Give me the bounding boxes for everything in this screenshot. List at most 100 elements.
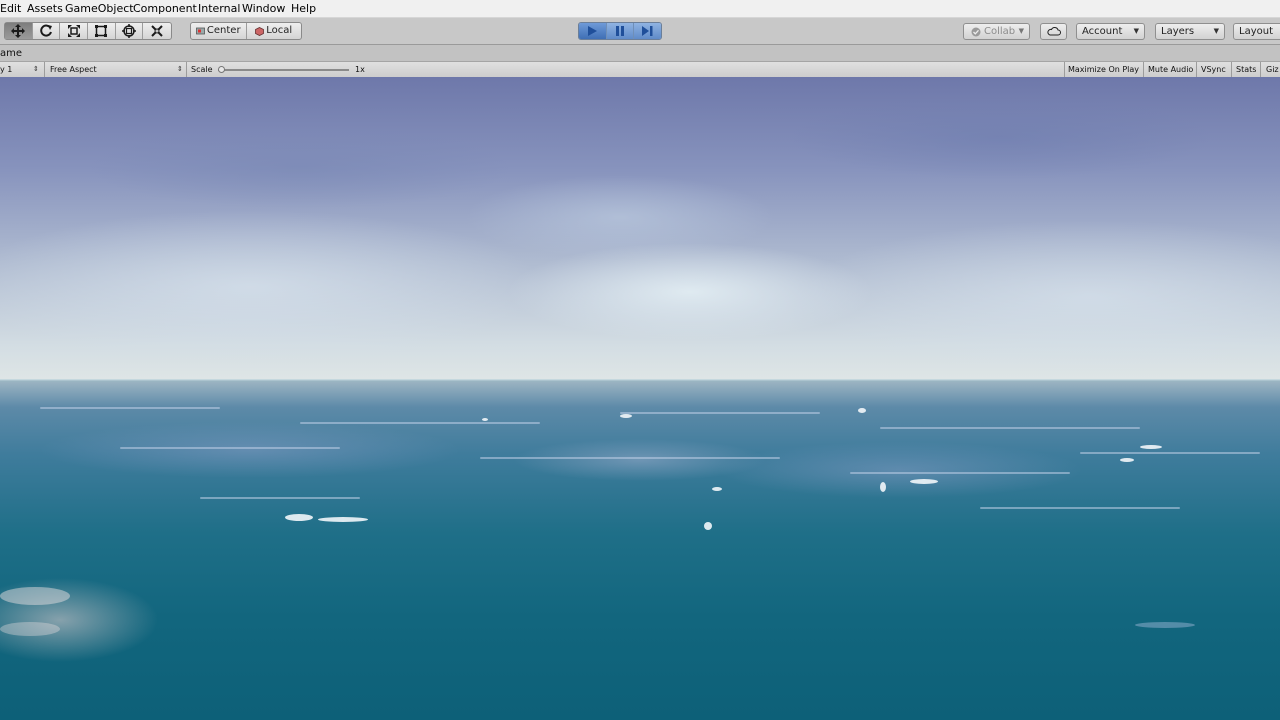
checkmark-icon [971,27,981,37]
main-toolbar: Center Local Collab ▼ Account ▼ Layers ▼… [0,18,1280,45]
light-glare [0,587,70,605]
foam-sparkle [1120,458,1134,462]
step-button[interactable] [634,23,661,39]
pivot-center-button[interactable]: Center [191,23,247,39]
scale-tool-icon [67,24,81,38]
layers-label: Layers [1161,26,1195,37]
foam-sparkle [620,414,632,418]
rotate-tool-icon [39,24,53,38]
pivot-icon [196,27,205,35]
collab-dropdown-arrow-icon: ▼ [1018,27,1024,35]
wave-highlight [850,472,1070,474]
menu-edit[interactable]: Edit [0,2,21,15]
vsync-toggle[interactable]: VSync [1201,62,1226,77]
scale-tool-button[interactable] [60,23,89,39]
scale-value: 1x [355,65,365,74]
collab-dropdown[interactable]: Collab ▼ [963,23,1030,40]
divider [1196,62,1197,77]
menu-window[interactable]: Window [242,2,285,15]
menu-assets[interactable]: Assets [27,2,63,15]
divider [1143,62,1144,77]
wave-highlight [120,447,340,449]
cloud-icon [1047,27,1061,36]
foam-sparkle [880,482,886,492]
maximize-on-play-toggle[interactable]: Maximize On Play [1068,62,1139,77]
rect-tool-icon [94,24,108,38]
wave-highlight [980,507,1180,509]
menu-bar: Edit Assets GameObject Component Interna… [0,0,1280,18]
layers-dropdown-arrow-icon: ▼ [1213,27,1219,35]
play-button[interactable] [579,23,607,39]
menu-internal[interactable]: Internal [198,2,240,15]
game-view-tab-bar: ame [0,45,1280,61]
collab-label: Collab [984,26,1016,37]
sky [0,77,1280,382]
play-icon [587,26,598,36]
playback-controls [578,22,662,40]
layout-dropdown[interactable]: Layout [1233,23,1280,40]
game-tab[interactable]: ame [0,48,22,59]
horizon-line [0,379,1280,382]
wave-highlight [880,427,1140,429]
account-label: Account [1082,26,1123,37]
wave-highlight [300,422,540,424]
layers-dropdown[interactable]: Layers ▼ [1155,23,1225,40]
layout-label: Layout [1239,26,1273,37]
wave-highlight [1080,452,1260,454]
wave-highlight [200,497,360,499]
divider [1260,62,1261,77]
account-dropdown-arrow-icon: ▼ [1133,27,1139,35]
cloud-button[interactable] [1040,23,1067,40]
foam-sparkle [704,522,712,530]
cube-icon [255,26,265,36]
move-tool-button[interactable] [5,23,33,39]
pause-icon [615,26,625,36]
pivot-toggle-group: Center Local [190,22,302,40]
light-glare [0,622,60,636]
pivot-local-label: Local [266,25,293,36]
ocean [0,380,1280,720]
wave-highlight [480,457,780,459]
foam-sparkle [318,517,368,522]
aspect-dropdown[interactable]: Free Aspect [50,62,97,77]
pivot-local-button[interactable]: Local [247,23,302,39]
scale-slider[interactable] [218,66,349,73]
step-icon [642,26,653,36]
gizmos-dropdown[interactable]: Giz [1266,62,1279,77]
divider [186,62,187,77]
wave-highlight [620,412,820,414]
stats-toggle[interactable]: Stats [1236,62,1256,77]
foam-sparkle [482,418,488,421]
foam-sparkle [1140,445,1162,449]
move-tool-icon [10,24,26,38]
foam-sparkle [712,487,722,491]
menu-help[interactable]: Help [291,2,316,15]
mute-audio-toggle[interactable]: Mute Audio [1148,62,1193,77]
scale-slider-thumb[interactable] [218,66,225,73]
foam-sparkle [858,408,866,413]
transform-tool-icon [121,24,137,38]
foam-sparkle [285,514,313,521]
custom-tool-button[interactable] [143,23,171,39]
divider [1231,62,1232,77]
display-dropdown[interactable]: y 1 [0,62,12,77]
foam-sparkle [910,479,938,484]
divider [1064,62,1065,77]
transform-tool-button[interactable] [116,23,144,39]
wave-highlight [40,407,220,409]
transform-tools [4,22,172,40]
custom-tool-icon [150,24,164,38]
game-viewport[interactable] [0,77,1280,720]
pause-button[interactable] [606,23,635,39]
scale-label: Scale [191,65,213,74]
foam-sparkle [1135,622,1195,628]
rect-tool-button[interactable] [88,23,116,39]
divider [44,62,45,77]
menu-component[interactable]: Component [133,2,197,15]
pivot-center-label: Center [206,25,241,36]
menu-gameobject[interactable]: GameObject [65,2,134,15]
account-dropdown[interactable]: Account ▼ [1076,23,1145,40]
rotate-tool-button[interactable] [33,23,61,39]
game-view-options-bar: y 1 ⇕ Free Aspect ⇕ Scale 1x Maximize On… [0,61,1280,78]
aspect-dropdown-arrow-icon: ⇕ [177,65,183,73]
